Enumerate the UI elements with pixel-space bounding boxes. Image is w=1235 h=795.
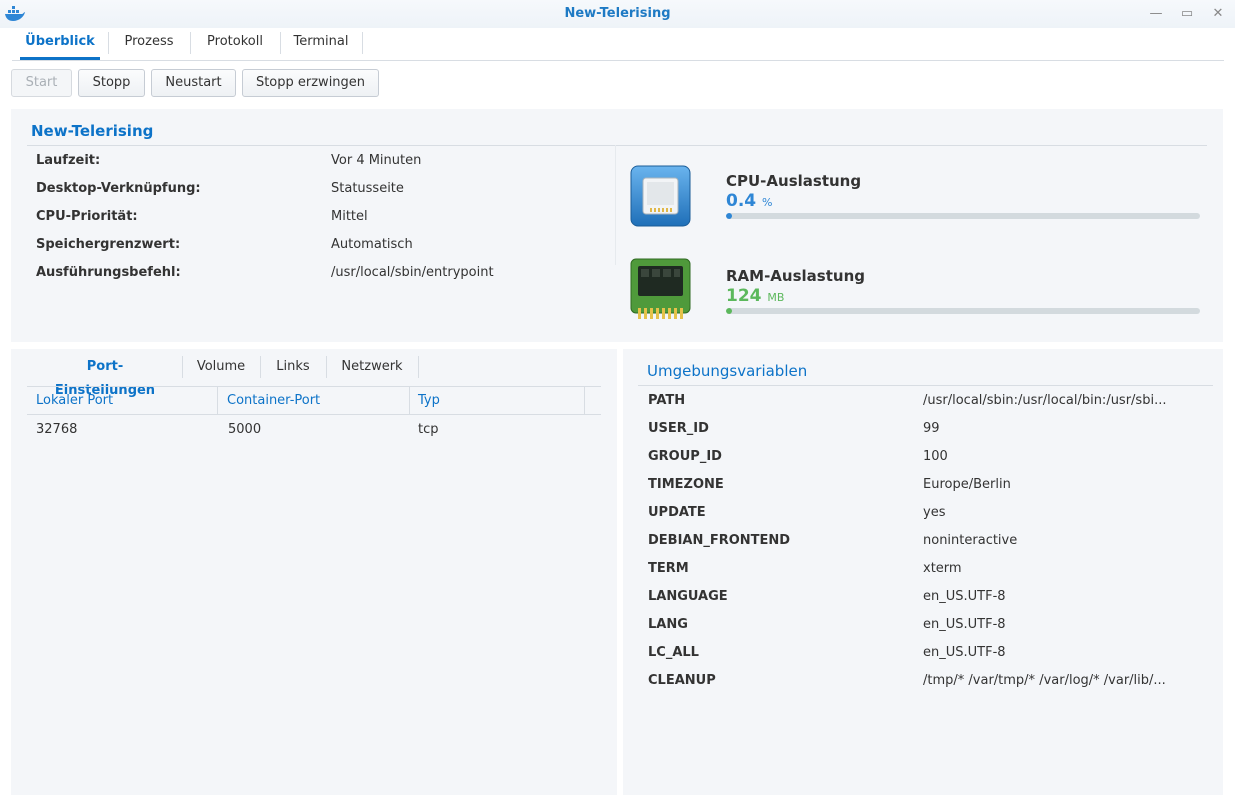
tab-divider [326, 356, 327, 378]
divider [638, 385, 1213, 386]
tab-terminal[interactable]: Terminal [284, 28, 358, 60]
ram-module-icon [630, 258, 691, 319]
subtab-network[interactable]: Netzwerk [332, 355, 412, 381]
local-port-cell: 32768 [36, 422, 78, 437]
tab-overview[interactable]: Überblick [20, 28, 100, 60]
force-stop-button[interactable]: Stopp erzwingen [242, 69, 379, 97]
cpu-priority-value: Mittel [331, 209, 368, 224]
restart-button[interactable]: Neustart [151, 69, 236, 97]
start-button[interactable]: Start [11, 69, 72, 97]
ram-usage-readout: 124 MB [726, 286, 784, 306]
env-key: LANGUAGE [648, 589, 728, 604]
env-value: /tmp/* /var/tmp/* /var/log/* /var/lib/..… [923, 673, 1166, 688]
divider [27, 145, 1207, 146]
column-header-local-port[interactable]: Lokaler Port [36, 393, 113, 408]
env-key: LC_ALL [648, 645, 699, 660]
env-key: UPDATE [648, 505, 706, 520]
title-bar: New-Telerising — ▭ ✕ [0, 0, 1235, 28]
env-value: en_US.UTF-8 [923, 589, 1006, 604]
subtab-port-settings[interactable]: Port-Einstellungen [38, 355, 172, 398]
memory-limit-label: Speichergrenzwert: [36, 237, 181, 252]
memory-limit-value: Automatisch [331, 237, 413, 252]
env-value: en_US.UTF-8 [923, 617, 1006, 632]
cpu-usage-readout: 0.4 % [726, 191, 773, 211]
divider [615, 145, 616, 265]
execution-command-label: Ausführungsbefehl: [36, 265, 181, 280]
environment-variables-heading: Umgebungsvariablen [647, 362, 808, 380]
execution-command-value: /usr/local/sbin/entrypoint [331, 265, 494, 280]
cpu-chip-icon [630, 165, 691, 227]
window-title: New-Telerising [564, 6, 671, 21]
env-key: DEBIAN_FRONTEND [648, 533, 791, 548]
env-key: CLEANUP [648, 673, 716, 688]
ram-usage-fill [726, 308, 732, 314]
tab-divider [280, 32, 281, 54]
ram-usage-unit: MB [767, 291, 785, 304]
port-settings-panel [11, 349, 617, 795]
port-table-header: Lokaler Port Container-Port Typ [27, 386, 601, 415]
tab-divider [418, 356, 419, 378]
main-tab-bar: Überblick Prozess Protokoll Terminal [12, 28, 1224, 61]
env-value: Europe/Berlin [923, 477, 1011, 492]
tab-divider [182, 356, 183, 378]
tab-process[interactable]: Prozess [112, 28, 186, 60]
ram-usage-title: RAM-Auslastung [726, 267, 865, 285]
cpu-usage-bar [726, 213, 1200, 219]
column-divider[interactable] [584, 387, 585, 415]
cpu-priority-label: CPU-Priorität: [36, 209, 138, 224]
ram-usage-value: 124 [726, 286, 762, 306]
ram-usage-bar [726, 308, 1200, 314]
tab-log[interactable]: Protokoll [194, 28, 276, 60]
runtime-value: Vor 4 Minuten [331, 153, 422, 168]
env-value: xterm [923, 561, 962, 576]
env-key: USER_ID [648, 421, 709, 436]
env-value: yes [923, 505, 946, 520]
desktop-shortcut-label: Desktop-Verknüpfung: [36, 181, 201, 196]
tab-divider [190, 32, 191, 54]
container-port-cell: 5000 [228, 422, 262, 437]
container-name-heading: New-Telerising [31, 122, 154, 140]
env-key: PATH [648, 393, 686, 408]
column-divider[interactable] [409, 387, 410, 415]
maximize-button[interactable]: ▭ [1178, 5, 1196, 23]
env-key: TERM [648, 561, 689, 576]
env-value: noninteractive [923, 533, 1018, 548]
column-header-type[interactable]: Typ [418, 393, 440, 408]
tab-divider [260, 356, 261, 378]
env-value: 100 [923, 449, 948, 464]
cpu-usage-unit: % [762, 196, 773, 209]
env-value: en_US.UTF-8 [923, 645, 1006, 660]
env-key: GROUP_ID [648, 449, 722, 464]
desktop-shortcut-value: Statusseite [331, 181, 404, 196]
close-button[interactable]: ✕ [1209, 5, 1227, 23]
cpu-usage-value: 0.4 [726, 191, 757, 211]
subtab-volume[interactable]: Volume [188, 355, 254, 381]
env-value: /usr/local/sbin:/usr/local/bin:/usr/sbi.… [923, 393, 1167, 408]
minimize-button[interactable]: — [1147, 5, 1165, 23]
env-key: LANG [648, 617, 688, 632]
stop-button[interactable]: Stopp [78, 69, 145, 97]
type-cell: tcp [418, 422, 439, 437]
tab-divider [362, 32, 363, 54]
cpu-usage-fill [726, 213, 732, 219]
runtime-label: Laufzeit: [36, 153, 101, 168]
column-header-container-port[interactable]: Container-Port [227, 393, 320, 408]
tab-divider [108, 32, 109, 54]
cpu-usage-title: CPU-Auslastung [726, 172, 862, 190]
env-value: 99 [923, 421, 940, 436]
column-divider[interactable] [217, 387, 218, 415]
env-key: TIMEZONE [648, 477, 724, 492]
subtab-links[interactable]: Links [266, 355, 320, 381]
